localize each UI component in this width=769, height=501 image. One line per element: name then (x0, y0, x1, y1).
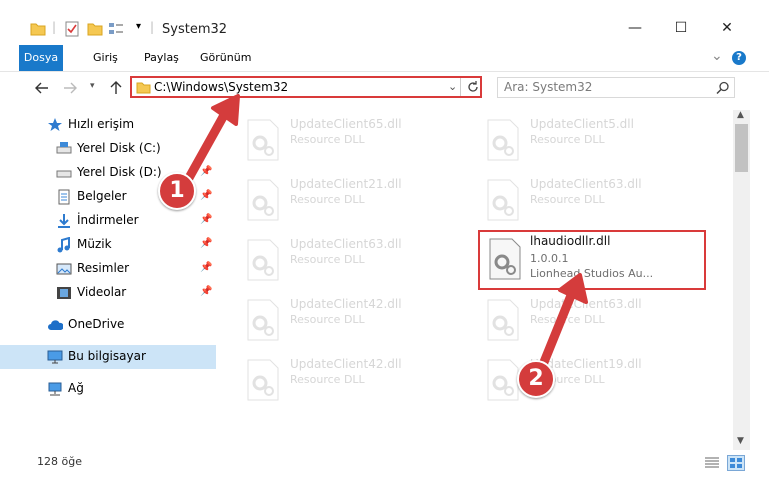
step-badge-1: 1 (158, 172, 196, 210)
step-badge-2: 2 (517, 360, 555, 398)
annotation-arrows (180, 94, 588, 377)
